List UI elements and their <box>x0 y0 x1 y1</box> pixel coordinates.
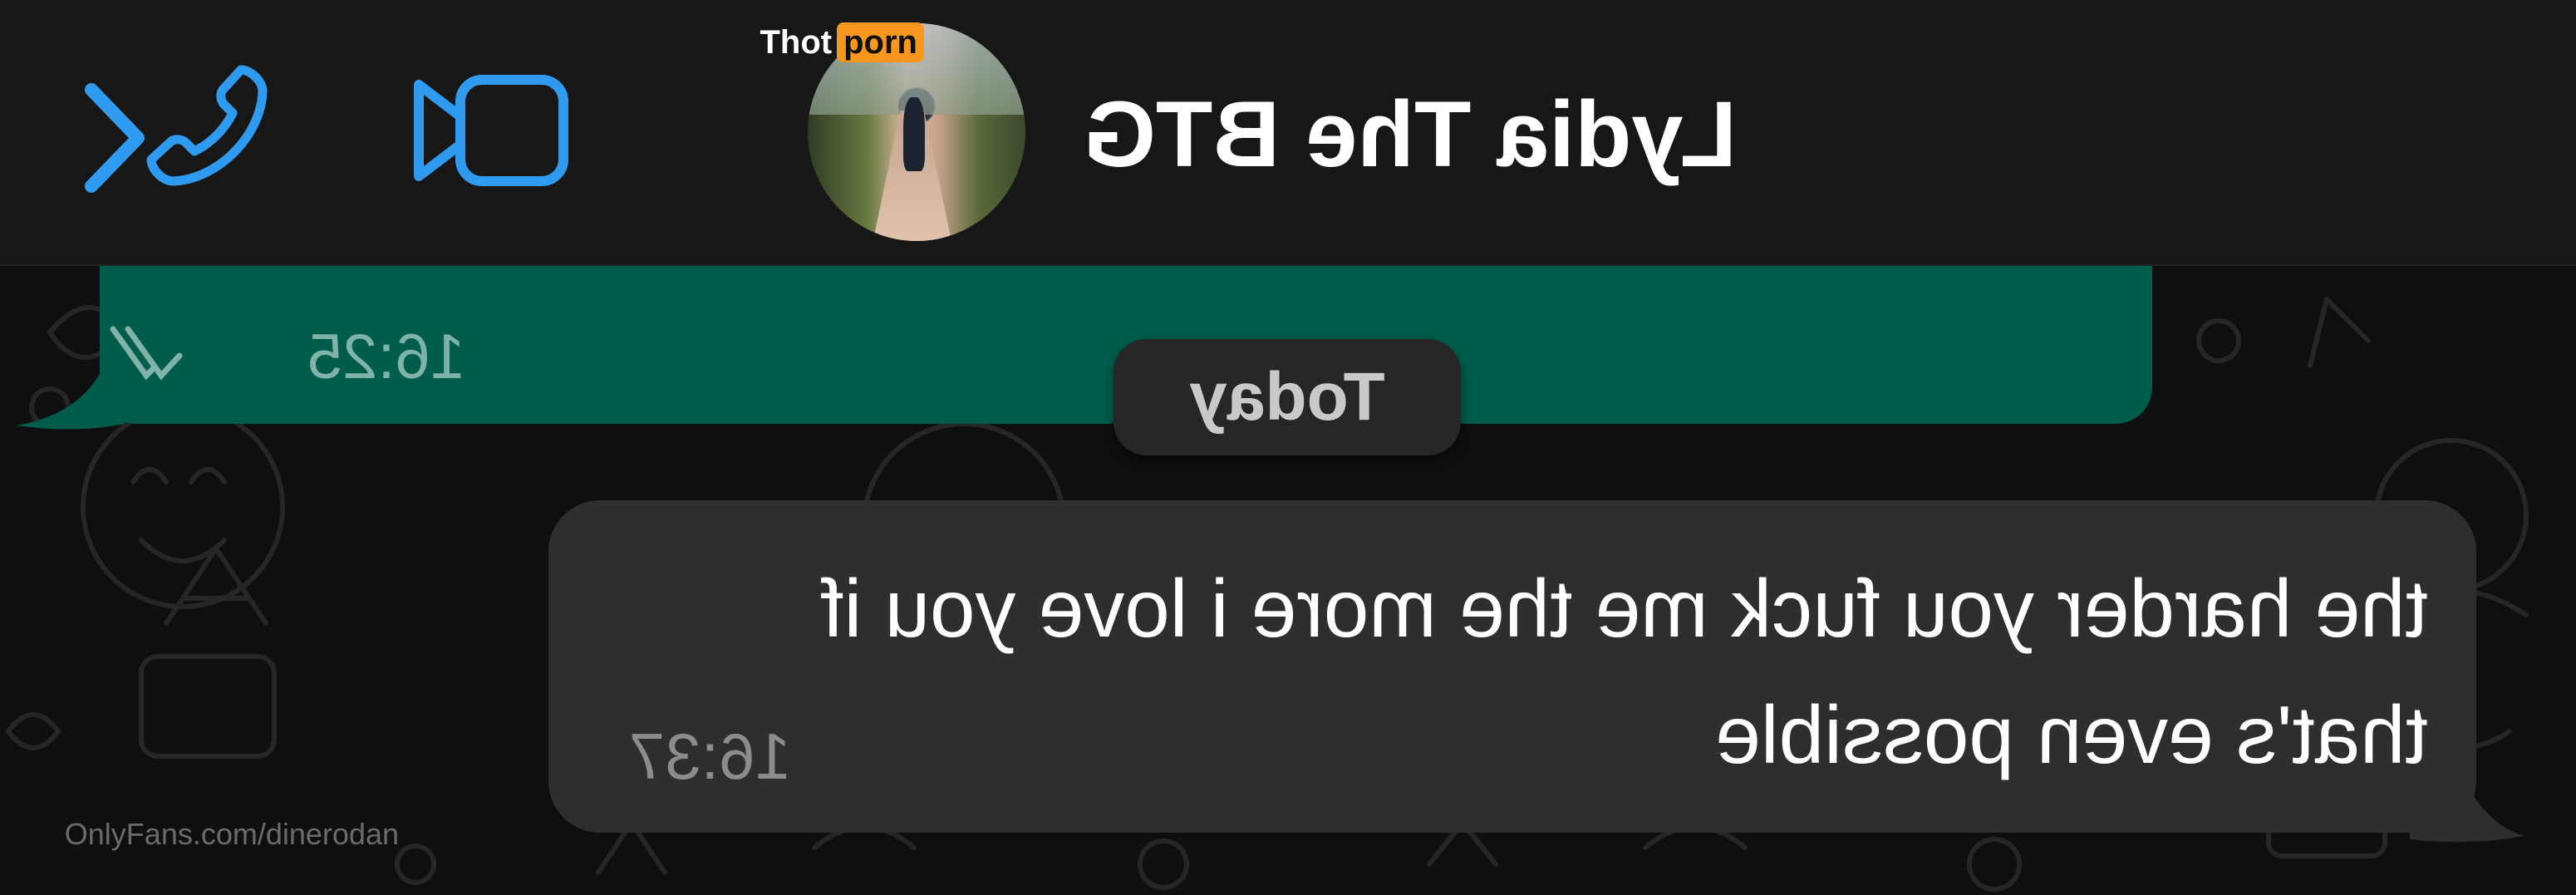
contact-name[interactable]: Lydia The BTG <box>1055 76 1737 193</box>
double-check-icon <box>108 321 183 387</box>
date-separator: Today <box>1113 339 1461 455</box>
incoming-message-text: the harder you fuck me the more i love y… <box>821 563 2428 780</box>
outgoing-message-time: 16:25 <box>307 322 465 392</box>
date-separator-label: Today <box>1189 359 1385 435</box>
chat-header: Lydia The BTG Thot porn <box>0 0 2576 266</box>
incoming-message-time: 16:37 <box>628 720 791 793</box>
watermark-text: OnlyFans.com/dinerodan <box>64 817 399 851</box>
chat-screen: 16:25 Today the harder you fuck me the m… <box>0 0 2576 895</box>
logo-part1: Thot <box>760 23 833 61</box>
video-camera-icon[interactable] <box>406 68 572 193</box>
phone-icon[interactable] <box>141 60 274 193</box>
outgoing-bubble-tail <box>17 374 125 430</box>
thotporn-logo: Thot porn <box>748 22 924 63</box>
message-list[interactable]: 16:25 Today the harder you fuck me the m… <box>0 266 2576 895</box>
logo-part2: porn <box>837 22 924 62</box>
